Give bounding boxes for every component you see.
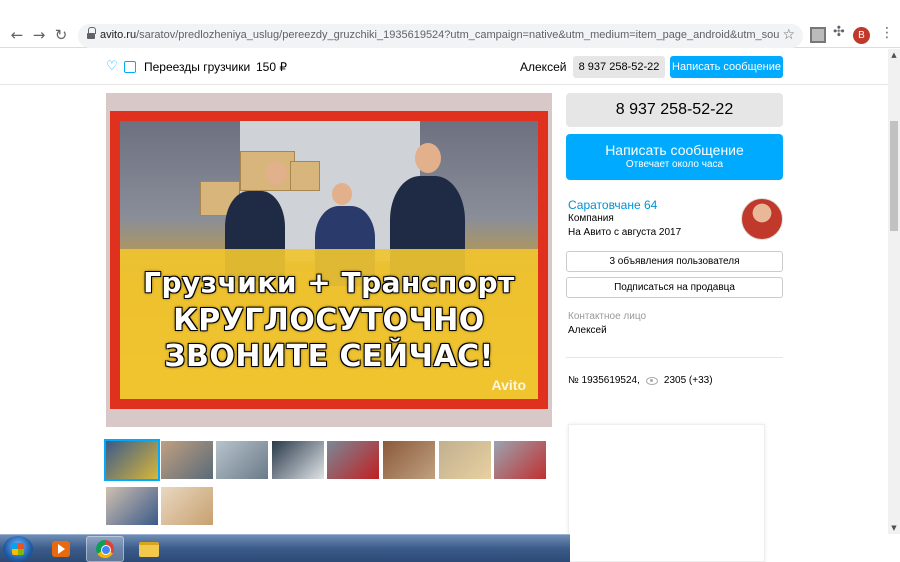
url-host: avito.ru bbox=[100, 29, 137, 41]
main-listing-photo[interactable]: Грузчики + Транспорт КРУГЛОСУТОЧНО ЗВОНИ… bbox=[106, 93, 552, 427]
browser-toolbar: ← → ↻ avito.ru/saratov/predlozheniya_usl… bbox=[0, 0, 900, 48]
sticky-header: ♡ Переезды грузчики 150 ₽ Алексей 8 937 … bbox=[0, 49, 888, 85]
ad-number: № 1935619524, bbox=[568, 375, 640, 386]
thumbnail[interactable] bbox=[439, 441, 491, 479]
banner-line-1: Грузчики + Транспорт bbox=[143, 266, 515, 299]
eye-icon bbox=[645, 376, 658, 385]
photo-content: Грузчики + Транспорт КРУГЛОСУТОЧНО ЗВОНИ… bbox=[120, 121, 538, 399]
user-ads-button[interactable]: 3 объявления пользователя bbox=[566, 251, 783, 272]
sidebar-divider bbox=[566, 357, 783, 358]
write-message-button[interactable]: Написать сообщение Отвечает около часа bbox=[566, 134, 783, 180]
chrome-icon bbox=[96, 540, 114, 558]
scroll-thumb[interactable] bbox=[890, 121, 898, 231]
scroll-up-arrow-icon[interactable]: ▲ bbox=[890, 51, 898, 59]
seller-type: Компания bbox=[568, 213, 614, 224]
thumbnail[interactable] bbox=[383, 441, 435, 479]
bookmark-star-icon[interactable]: ☆ bbox=[782, 27, 795, 43]
favorite-heart-icon[interactable]: ♡ bbox=[106, 59, 118, 74]
page-scrollbar[interactable]: ▲ ▼ bbox=[888, 49, 900, 534]
cardboard-box bbox=[290, 161, 320, 191]
thumbnail[interactable] bbox=[161, 487, 213, 525]
thumbnail[interactable] bbox=[104, 439, 160, 481]
sticky-phone-button[interactable]: 8 937 258-52-22 bbox=[573, 56, 665, 78]
media-player-icon bbox=[52, 541, 70, 557]
taskbar-chrome[interactable] bbox=[86, 536, 124, 562]
back-icon[interactable]: ← bbox=[8, 26, 26, 44]
lock-icon bbox=[87, 27, 96, 40]
url-path: /saratov/predlozheniya_uslug/pereezdy_gr… bbox=[136, 29, 780, 41]
forward-icon[interactable]: → bbox=[30, 26, 48, 44]
windows-taskbar bbox=[0, 534, 570, 562]
banner-line-2: КРУГЛОСУТОЧНО bbox=[173, 303, 485, 338]
sticky-price: 150 ₽ bbox=[256, 60, 287, 74]
extensions-puzzle-icon[interactable]: ✣ bbox=[833, 24, 849, 40]
seller-name-link[interactable]: Саратовчане 64 bbox=[568, 198, 657, 212]
scroll-down-arrow-icon[interactable]: ▼ bbox=[890, 524, 898, 532]
worker-head bbox=[265, 161, 287, 185]
start-button[interactable] bbox=[3, 536, 33, 562]
seller-since: На Авито с августа 2017 bbox=[568, 227, 682, 238]
extension-icon[interactable] bbox=[810, 27, 826, 43]
folder-icon bbox=[139, 541, 159, 557]
profile-avatar[interactable]: В bbox=[853, 27, 870, 44]
message-button-label: Написать сообщение bbox=[605, 142, 744, 158]
note-icon[interactable] bbox=[124, 61, 136, 73]
taskbar-media-player[interactable] bbox=[42, 536, 80, 562]
avito-watermark: Avito bbox=[491, 377, 526, 393]
reload-icon[interactable]: ↻ bbox=[52, 26, 70, 44]
sticky-title: Переезды грузчики bbox=[144, 60, 251, 74]
ad-block bbox=[568, 424, 765, 562]
photo-red-frame: Грузчики + Транспорт КРУГЛОСУТОЧНО ЗВОНИ… bbox=[110, 111, 548, 409]
taskbar-explorer[interactable] bbox=[130, 536, 168, 562]
thumbnail[interactable] bbox=[327, 441, 379, 479]
contact-person-label: Контактное лицо bbox=[568, 311, 647, 322]
thumbnail[interactable] bbox=[272, 441, 324, 479]
banner-line-3: ЗВОНИТЕ СЕЙЧАС! bbox=[164, 339, 494, 374]
contact-person-name: Алексей bbox=[568, 325, 607, 336]
worker-head bbox=[332, 183, 352, 205]
subscribe-seller-button[interactable]: Подписаться на продавца bbox=[566, 277, 783, 298]
address-bar[interactable]: avito.ru/saratov/predlozheniya_uslug/per… bbox=[78, 24, 803, 48]
thumbnail[interactable] bbox=[216, 441, 268, 479]
thumbnail[interactable] bbox=[494, 441, 546, 479]
show-phone-button[interactable]: 8 937 258-52-22 bbox=[566, 93, 783, 127]
views-count: 2305 (+33) bbox=[663, 375, 713, 386]
thumbnail[interactable] bbox=[161, 441, 213, 479]
message-button-subtitle: Отвечает около часа bbox=[625, 159, 724, 170]
sticky-message-button[interactable]: Написать сообщение bbox=[670, 56, 783, 78]
sticky-user-name: Алексей bbox=[520, 60, 567, 74]
worker-head bbox=[415, 143, 441, 173]
ad-meta: № 1935619524, 2305 (+33) bbox=[568, 375, 713, 386]
url-text: avito.ru/saratov/predlozheniya_uslug/per… bbox=[100, 29, 780, 41]
thumbnail[interactable] bbox=[106, 487, 158, 525]
browser-menu-icon[interactable]: ⋮ bbox=[880, 25, 894, 41]
seller-avatar[interactable] bbox=[741, 198, 783, 240]
